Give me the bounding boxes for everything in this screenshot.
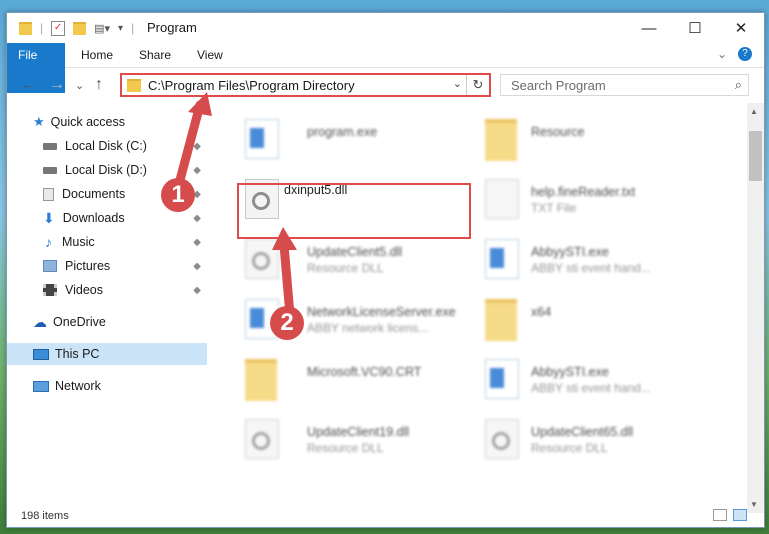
step-badge-1: 1 — [161, 178, 195, 212]
arrow-1-head — [188, 92, 212, 116]
annotation-arrows — [175, 92, 297, 320]
arrow-2-head — [272, 227, 297, 250]
step-badge-2: 2 — [270, 306, 304, 340]
arrow-2-line — [279, 240, 295, 320]
arrow-1-line — [175, 100, 205, 185]
